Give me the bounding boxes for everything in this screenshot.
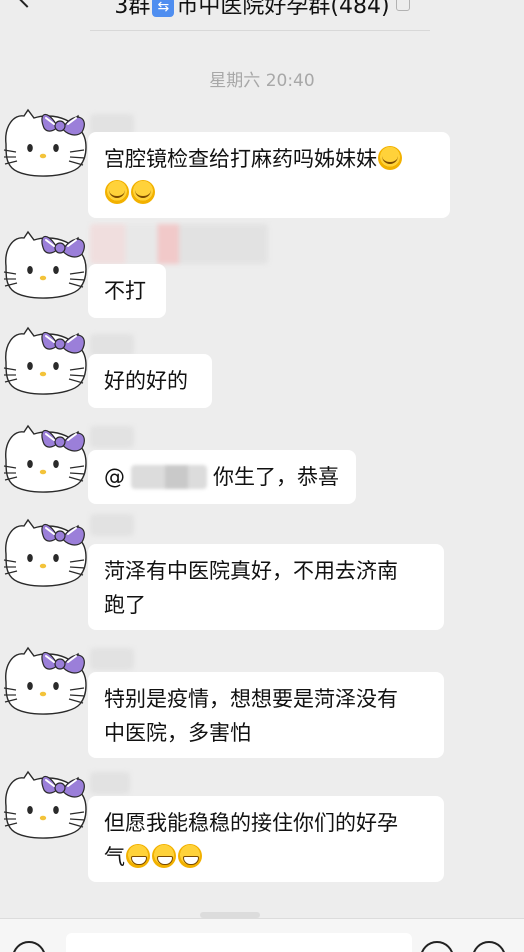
message-text: 宫腔镜检查给打麻药吗姊妹妹	[104, 147, 377, 171]
avatar[interactable]	[0, 104, 92, 182]
more-icon[interactable]: ···	[469, 0, 496, 10]
message-bubble[interactable]: 好的好的	[88, 354, 212, 408]
avatar[interactable]	[0, 322, 92, 400]
timestamp: 星期六 20:40	[209, 71, 315, 91]
chat-title: 3群 ⇆ 市中医院好孕群(484)	[0, 0, 524, 20]
message-bubble[interactable]: 但愿我能稳稳的接住你们的好孕 气	[88, 796, 444, 882]
voice-input-icon[interactable]	[12, 941, 46, 952]
sender-name-blurred	[90, 514, 134, 536]
title-prefix: 3群	[114, 0, 151, 19]
mention-symbol: @	[104, 465, 125, 489]
emoji-picker-icon[interactable]	[420, 941, 454, 952]
sender-name-blurred	[90, 426, 134, 448]
avatar[interactable]	[0, 420, 92, 498]
grinning-emoji-icon	[178, 844, 202, 868]
crying-emoji-icon	[131, 180, 155, 204]
crying-emoji-icon	[105, 180, 129, 204]
grinning-emoji-icon	[126, 844, 150, 868]
swap-icon: ⇆	[152, 0, 175, 17]
message-bubble[interactable]: 宫腔镜检查给打麻药吗姊妹妹	[88, 132, 450, 218]
avatar[interactable]	[0, 226, 92, 304]
message-text: 菏泽有中医院真好，不用去济南	[104, 559, 398, 583]
message-text: 特别是疫情，想想要是菏泽没有	[104, 687, 398, 711]
message-bubble[interactable]: 特别是疫情，想想要是菏泽没有 中医院，多害怕	[88, 672, 444, 758]
message-text: 但愿我能稳稳的接住你们的好孕	[104, 811, 398, 835]
avatar[interactable]	[0, 514, 92, 592]
message-bubble[interactable]: 菏泽有中医院真好，不用去济南 跑了	[88, 544, 444, 630]
header-divider	[90, 30, 430, 31]
message-text-line2: 跑了	[104, 593, 146, 617]
chat-header: 3群⇆市中医院好孕群(484) ···	[0, 0, 524, 32]
mentioned-user-blurred[interactable]	[131, 465, 207, 489]
message-text: 不打	[104, 279, 146, 303]
more-actions-plus-icon[interactable]	[472, 941, 506, 952]
avatar[interactable]	[0, 642, 92, 720]
mute-icon	[395, 0, 410, 11]
message-text-line2: 中医院，多害怕	[104, 721, 251, 745]
sender-name-blurred	[90, 224, 268, 264]
message-text-line2: 气	[104, 845, 125, 869]
message-text: 好的好的	[104, 369, 188, 393]
crying-emoji-icon	[378, 146, 402, 170]
message-bubble[interactable]: @ 你生了，恭喜	[88, 450, 356, 504]
grinning-emoji-icon	[152, 844, 176, 868]
title-suffix: 市中医院好孕群(484)	[176, 0, 390, 19]
message-input[interactable]	[66, 933, 412, 952]
message-text: 你生了，恭喜	[213, 465, 339, 489]
sender-name-blurred	[90, 334, 134, 356]
message-bubble[interactable]: 不打	[88, 264, 166, 318]
sender-name-blurred	[90, 772, 130, 794]
avatar[interactable]	[0, 766, 92, 844]
sender-name-blurred	[90, 648, 134, 670]
input-bar	[0, 918, 524, 952]
